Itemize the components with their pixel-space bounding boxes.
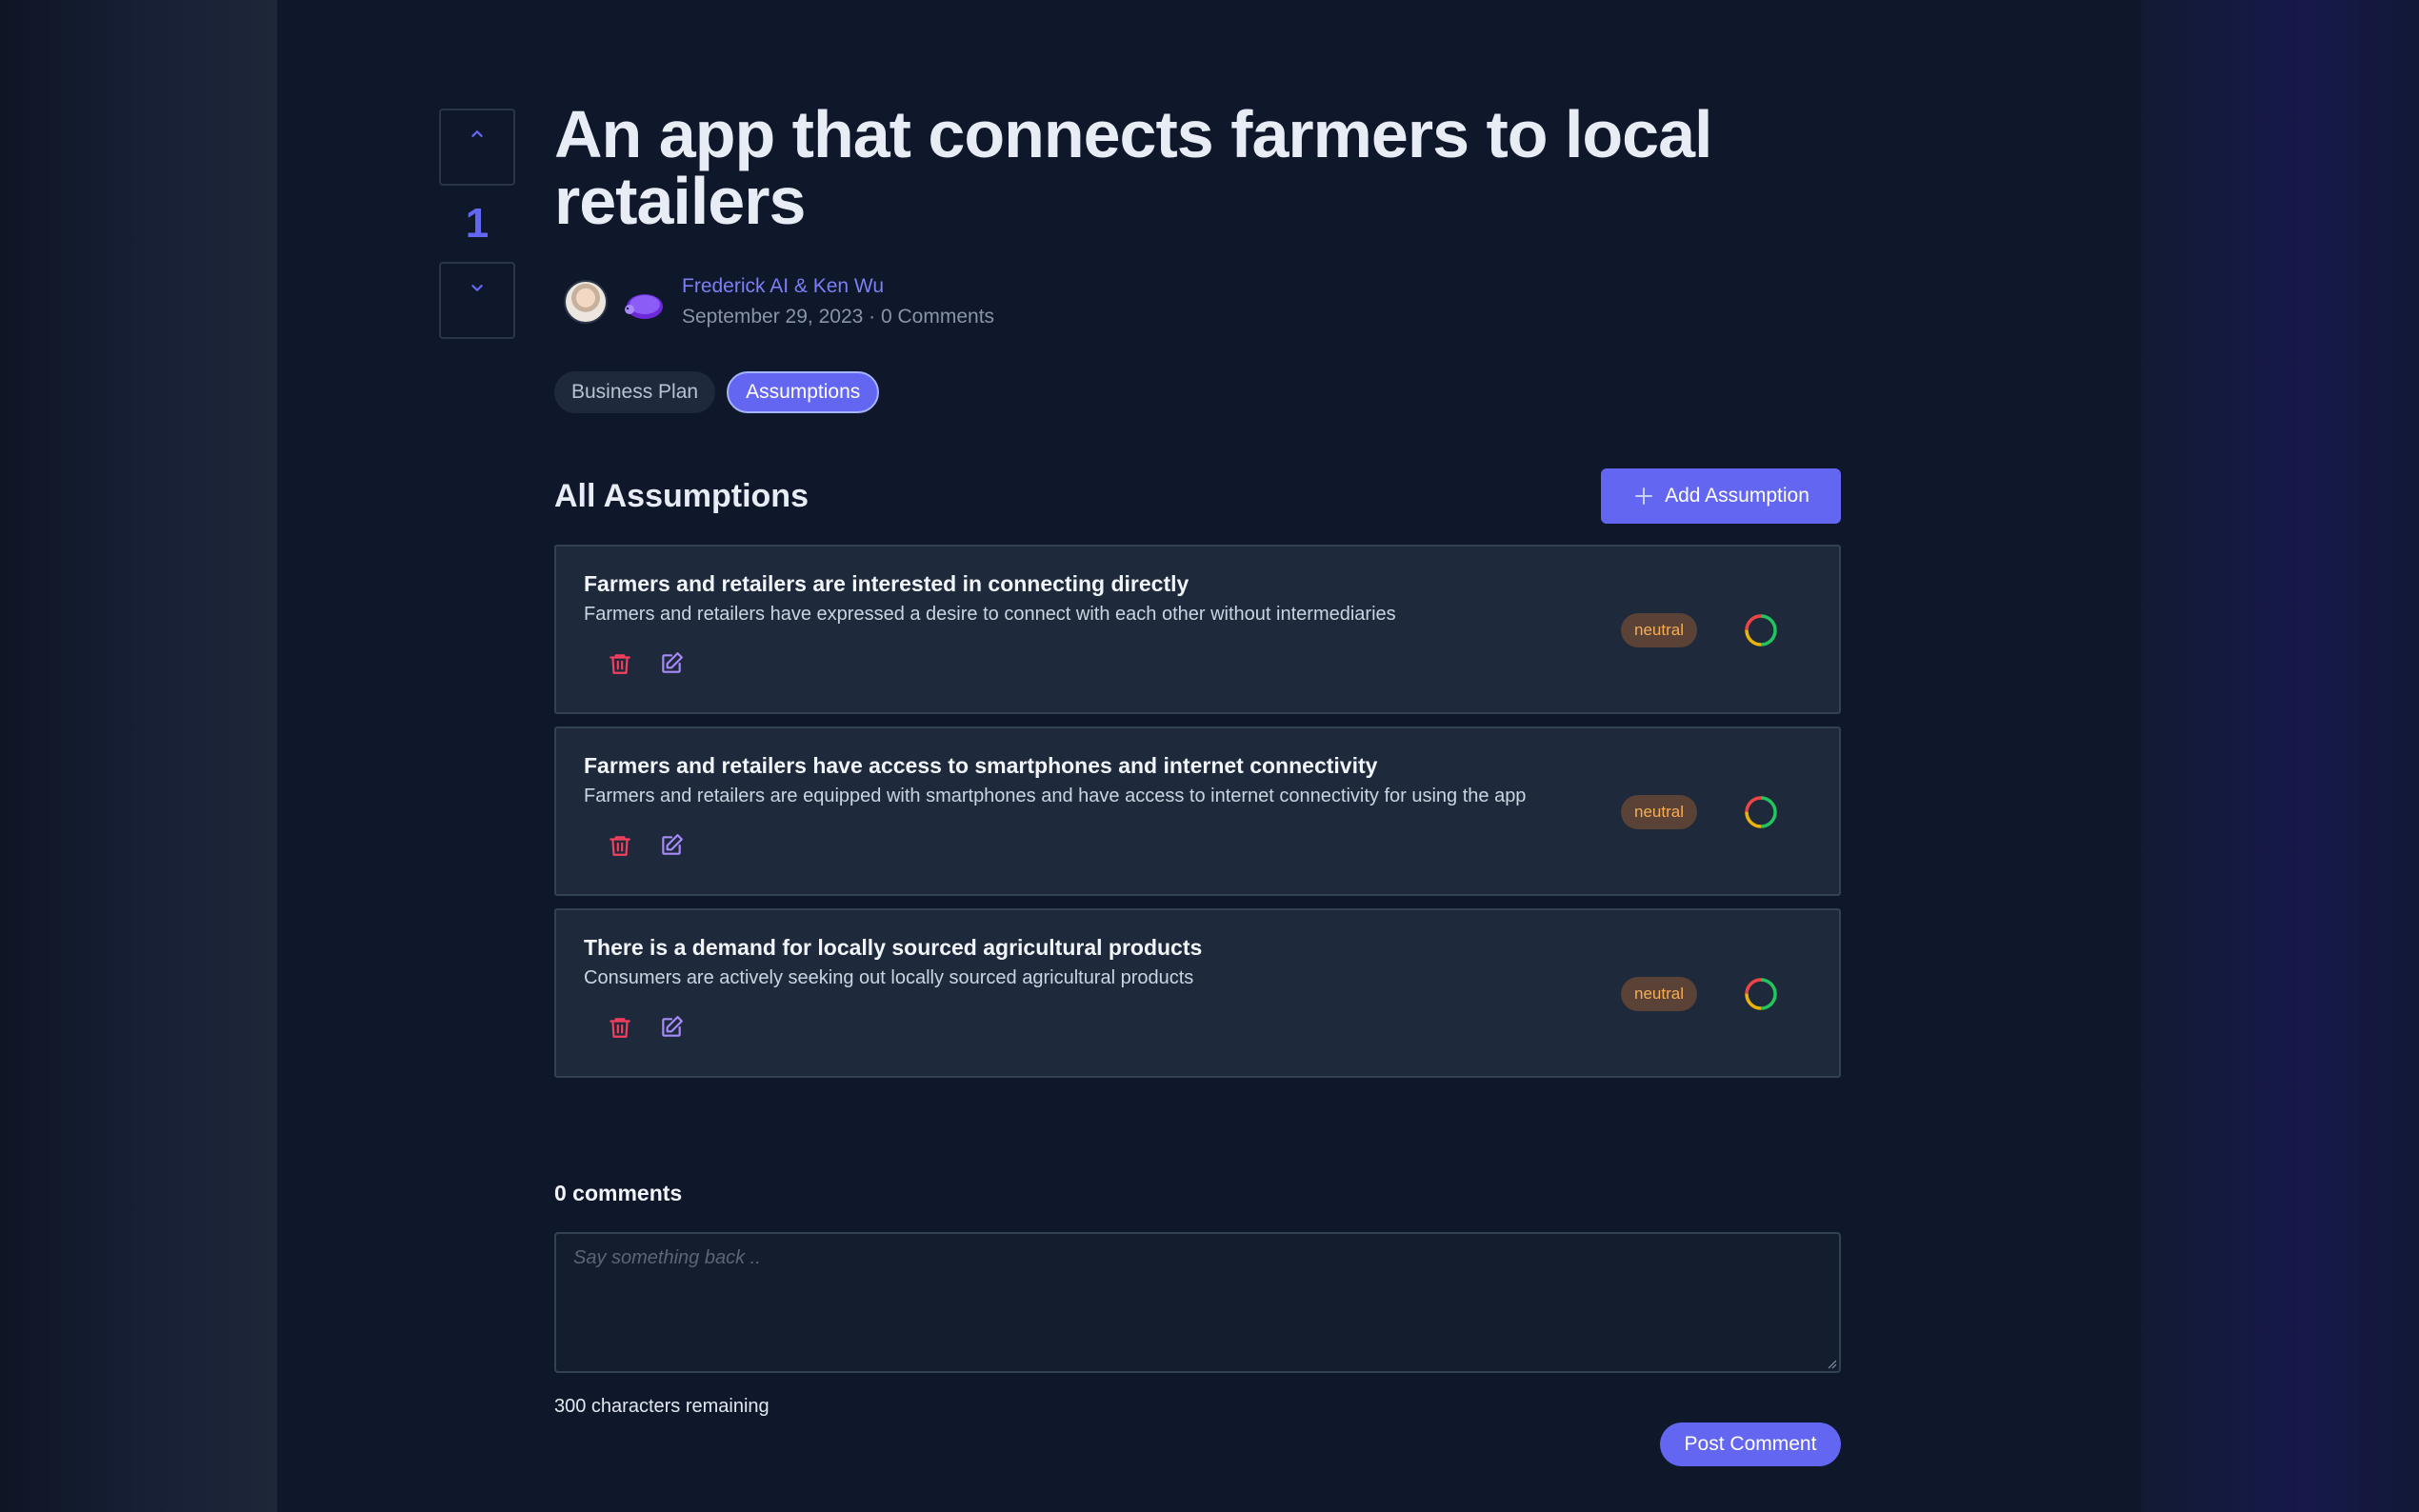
card-actions — [608, 1015, 684, 1040]
resize-grip-icon[interactable] — [1828, 1360, 1837, 1369]
avatar-ai[interactable] — [619, 278, 667, 326]
add-assumption-label: Add Assumption — [1665, 485, 1809, 507]
post-meta: Frederick AI & Ken Wu September 29, 2023… — [564, 272, 994, 331]
chevron-up-icon — [471, 130, 483, 137]
assumption-description: Farmers and retailers are equipped with … — [584, 786, 1527, 806]
status-badge: neutral — [1621, 977, 1697, 1011]
trash-icon[interactable] — [608, 833, 632, 858]
comments-count: 0 Comments — [881, 306, 995, 328]
post-comment-button[interactable]: Post Comment — [1660, 1422, 1841, 1466]
edit-icon[interactable] — [659, 651, 684, 676]
edit-icon[interactable] — [659, 833, 684, 858]
assumption-description: Farmers and retailers have expressed a d… — [584, 604, 1396, 625]
downvote-button[interactable] — [439, 262, 515, 339]
author-link[interactable]: Frederick AI & Ken Wu — [682, 272, 994, 301]
assumption-title: Farmers and retailers have access to sma… — [584, 753, 1378, 778]
status-ring-icon[interactable] — [1744, 795, 1778, 829]
assumption-card: Farmers and retailers have access to sma… — [554, 726, 1841, 896]
chevron-down-icon — [471, 285, 483, 291]
assumption-description: Consumers are actively seeking out local… — [584, 967, 1194, 988]
status-badge: neutral — [1621, 795, 1697, 829]
trash-icon[interactable] — [608, 651, 632, 676]
hedgehog-icon — [625, 294, 663, 319]
vote-count: 1 — [465, 200, 490, 247]
add-assumption-button[interactable]: Add Assumption — [1601, 468, 1841, 524]
tab-assumptions[interactable]: Assumptions — [727, 371, 880, 413]
assumption-card: There is a demand for locally sourced ag… — [554, 908, 1841, 1078]
status-badge: neutral — [1621, 613, 1697, 647]
upvote-button[interactable] — [439, 109, 515, 186]
post-subline: September 29, 2023 · 0 Comments — [682, 303, 994, 331]
status-ring-icon[interactable] — [1744, 977, 1778, 1011]
post-tabs: Business Plan Assumptions — [554, 371, 880, 413]
edit-icon[interactable] — [659, 1015, 684, 1040]
card-actions — [608, 833, 684, 858]
left-backdrop — [0, 0, 277, 1512]
tab-business-plan[interactable]: Business Plan — [554, 371, 716, 413]
avatar[interactable] — [564, 280, 608, 324]
card-actions — [608, 651, 684, 676]
plus-icon — [1635, 487, 1653, 505]
assumption-title: There is a demand for locally sourced ag… — [584, 935, 1203, 960]
comment-input[interactable] — [554, 1232, 1841, 1373]
vote-widget: 1 — [439, 109, 515, 339]
right-backdrop — [2141, 0, 2419, 1512]
meta-separator: · — [869, 306, 876, 328]
post-date: September 29, 2023 — [682, 306, 864, 328]
page-title: An app that connects farmers to local re… — [554, 97, 1712, 238]
meta-text: Frederick AI & Ken Wu September 29, 2023… — [682, 272, 994, 331]
comments-title: 0 comments — [554, 1181, 683, 1205]
chars-remaining: 300 characters remaining — [554, 1396, 770, 1417]
assumption-card: Farmers and retailers are interested in … — [554, 545, 1841, 714]
trash-icon[interactable] — [608, 1015, 632, 1040]
assumption-title: Farmers and retailers are interested in … — [584, 571, 1190, 596]
section-title: All Assumptions — [554, 478, 809, 514]
status-ring-icon[interactable] — [1744, 613, 1778, 647]
